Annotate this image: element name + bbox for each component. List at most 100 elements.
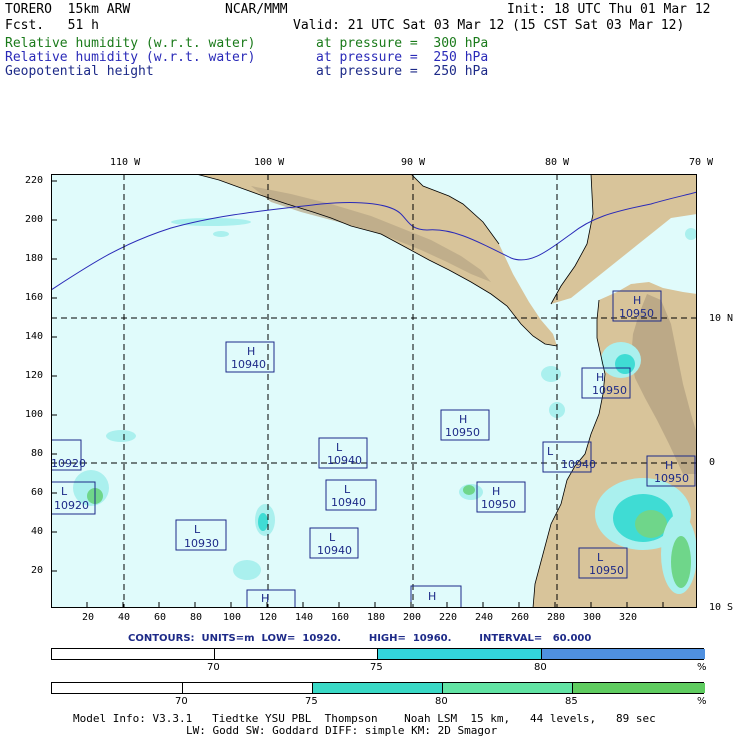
y-label-120: 120 — [25, 370, 44, 381]
svg-text:L: L — [597, 551, 604, 564]
colorbar-1-tick — [214, 649, 215, 659]
colorbar-1-label-75: 75 — [370, 662, 383, 673]
svg-text:H: H — [247, 345, 255, 358]
svg-text:10950: 10950 — [481, 498, 516, 511]
svg-text:10940: 10940 — [231, 358, 266, 371]
colorbar-1-label-80: 80 — [534, 662, 547, 673]
svg-text:L: L — [61, 485, 68, 498]
valid-time: Valid: 21 UTC Sat 03 Mar 12 (15 CST Sat … — [293, 18, 685, 33]
x-label-300: 300 — [583, 612, 602, 623]
lon-label-70w: 70 W — [689, 157, 714, 168]
y-label-160: 160 — [25, 292, 44, 303]
colorbar-1-seg-2 — [377, 649, 541, 659]
weather-map: H10940 H10950 H10950 H10950 H10950 H1095… — [51, 174, 697, 608]
svg-text:10920: 10920 — [51, 457, 86, 470]
field-2-name: Relative humidity (w.r.t. water) — [5, 50, 256, 65]
svg-text:10950: 10950 — [592, 384, 627, 397]
lon-label-110w: 110 W — [110, 157, 141, 168]
y-label-220: 220 — [25, 175, 44, 186]
y-label-200: 200 — [25, 214, 44, 225]
svg-text:10930: 10930 — [184, 537, 219, 550]
colorbar-2-label-80: 80 — [435, 696, 448, 707]
model-title: TORERO 15km ARW — [5, 2, 131, 17]
svg-text:10940: 10940 — [331, 496, 366, 509]
x-label-100: 100 — [223, 612, 242, 623]
forecast-hour: Fcst. 51 h — [5, 18, 99, 33]
svg-text:L: L — [547, 445, 554, 458]
lon-label-100w: 100 W — [254, 157, 285, 168]
x-label-140: 140 — [295, 612, 314, 623]
colorbar-2-label-pct: % — [697, 696, 707, 707]
colorbar-2-tick — [572, 683, 573, 693]
colorbar-1-seg-3 — [541, 649, 705, 659]
svg-text:L: L — [194, 523, 201, 536]
x-label-280: 280 — [547, 612, 566, 623]
y-label-60: 60 — [31, 487, 44, 498]
x-label-240: 240 — [475, 612, 494, 623]
x-label-80: 80 — [190, 612, 203, 623]
lat-label-10s: 10 S — [709, 602, 734, 613]
svg-text:H: H — [633, 294, 641, 307]
y-label-140: 140 — [25, 331, 44, 342]
lon-label-90w: 90 W — [401, 157, 426, 168]
y-label-20: 20 — [31, 565, 44, 576]
svg-text:H: H — [428, 590, 436, 603]
x-label-120: 120 — [259, 612, 278, 623]
contours-info: CONTOURS: UNITS=m LOW= 10920. HIGH= 1096… — [128, 633, 592, 644]
svg-text:H: H — [492, 485, 500, 498]
model-info: Model Info: V3.3.1 Tiedtke YSU PBL Thomp… — [73, 712, 656, 725]
svg-text:L: L — [344, 483, 351, 496]
colorbar-2-seg-4 — [572, 683, 705, 693]
x-label-180: 180 — [367, 612, 386, 623]
colorbar-2-label-75: 75 — [305, 696, 318, 707]
colorbar-2-tick — [182, 683, 183, 693]
model-physics: LW: Godd SW: Goddard DIFF: simple KM: 2D… — [186, 724, 498, 737]
colorbar-rh-300 — [51, 682, 705, 694]
svg-text:10920: 10920 — [54, 499, 89, 512]
svg-text:H: H — [665, 459, 673, 472]
organization: NCAR/MMM — [225, 2, 288, 17]
lat-label-0: 0 — [709, 457, 716, 468]
field-3-name: Geopotential height — [5, 64, 154, 79]
field-2-level: at pressure = 250 hPa — [316, 50, 489, 65]
colorbar-1-tick — [541, 649, 542, 659]
y-label-40: 40 — [31, 526, 44, 537]
svg-text:H: H — [261, 592, 269, 605]
y-label-180: 180 — [25, 253, 44, 264]
colorbar-2-tick — [312, 683, 313, 693]
svg-text:H: H — [459, 413, 467, 426]
colorbar-2-label-85: 85 — [565, 696, 578, 707]
colorbar-1-tick — [377, 649, 378, 659]
field-3-level: at pressure = 250 hPa — [316, 64, 489, 79]
y-label-100: 100 — [25, 409, 44, 420]
init-time: Init: 18 UTC Thu 01 Mar 12 — [507, 2, 711, 17]
colorbar-1-label-pct: % — [697, 662, 707, 673]
colorbar-rh-250 — [51, 648, 705, 660]
x-label-60: 60 — [154, 612, 167, 623]
x-label-200: 200 — [403, 612, 422, 623]
y-label-80: 80 — [31, 448, 44, 459]
x-label-40: 40 — [118, 612, 131, 623]
svg-text:10940: 10940 — [327, 454, 362, 467]
colorbar-2-seg-2 — [312, 683, 442, 693]
svg-text:10950: 10950 — [445, 426, 480, 439]
field-1-level: at pressure = 300 hPa — [316, 36, 489, 51]
x-label-20: 20 — [82, 612, 95, 623]
x-label-220: 220 — [439, 612, 458, 623]
svg-text:L: L — [329, 531, 336, 544]
colorbar-2-label-70: 70 — [175, 696, 188, 707]
svg-text:10950: 10950 — [619, 307, 654, 320]
lat-label-10n: 10 N — [709, 313, 734, 324]
x-label-320: 320 — [619, 612, 638, 623]
lon-label-80w: 80 W — [545, 157, 570, 168]
svg-text:H: H — [596, 371, 604, 384]
svg-text:10940: 10940 — [317, 544, 352, 557]
svg-text:10950: 10950 — [589, 564, 624, 577]
svg-text:10950: 10950 — [654, 472, 689, 485]
svg-text:10940: 10940 — [561, 458, 596, 471]
x-label-260: 260 — [511, 612, 530, 623]
svg-text:L: L — [336, 441, 343, 454]
field-1-name: Relative humidity (w.r.t. water) — [5, 36, 256, 51]
colorbar-1-label-70: 70 — [207, 662, 220, 673]
colorbar-2-seg-3 — [442, 683, 572, 693]
